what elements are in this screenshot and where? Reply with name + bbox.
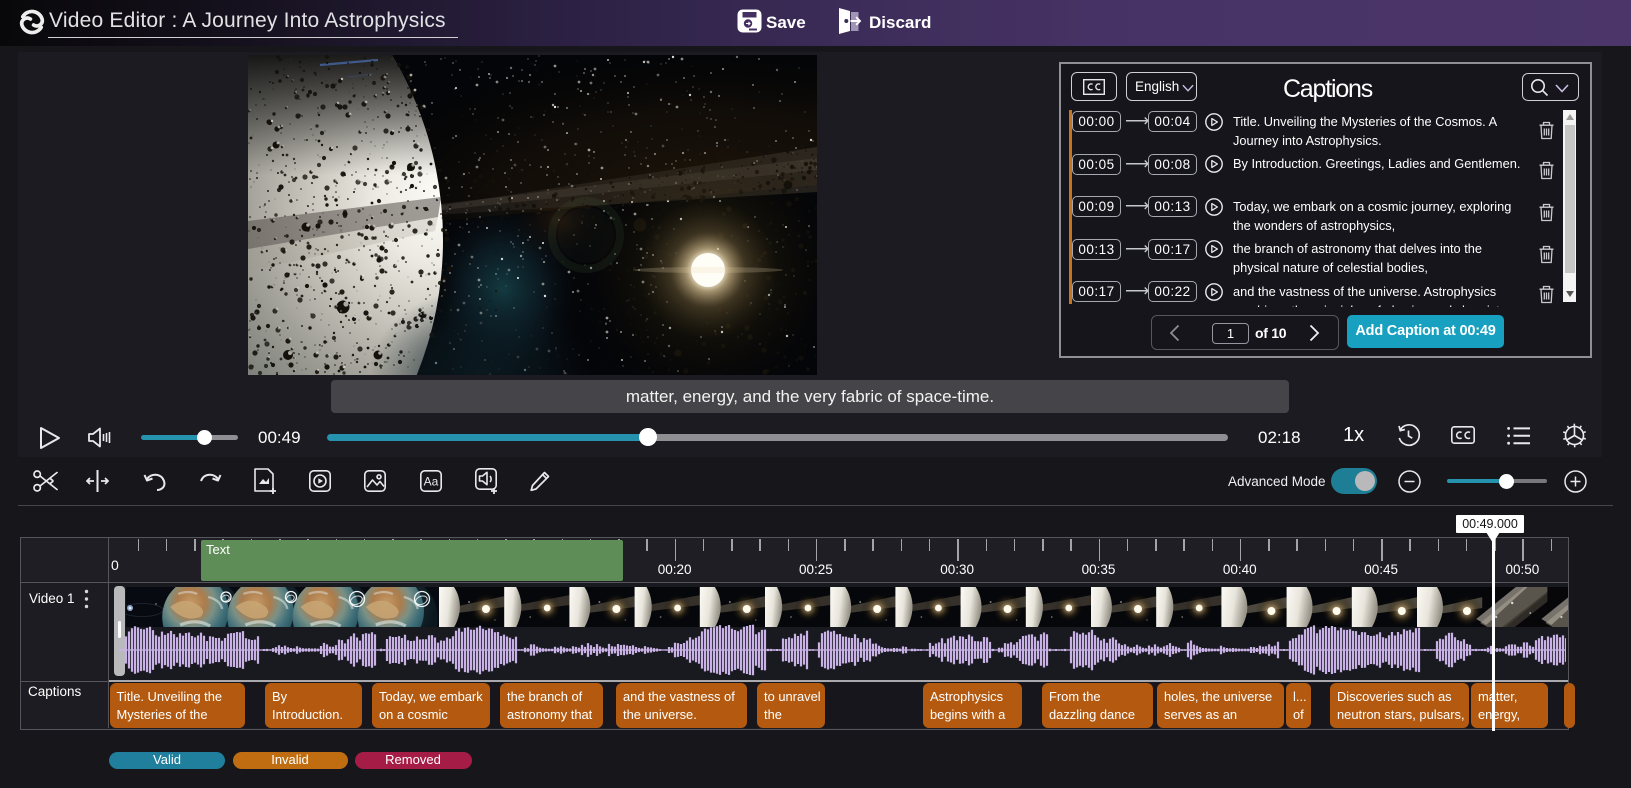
svg-text:Aa: Aa [424,475,439,489]
